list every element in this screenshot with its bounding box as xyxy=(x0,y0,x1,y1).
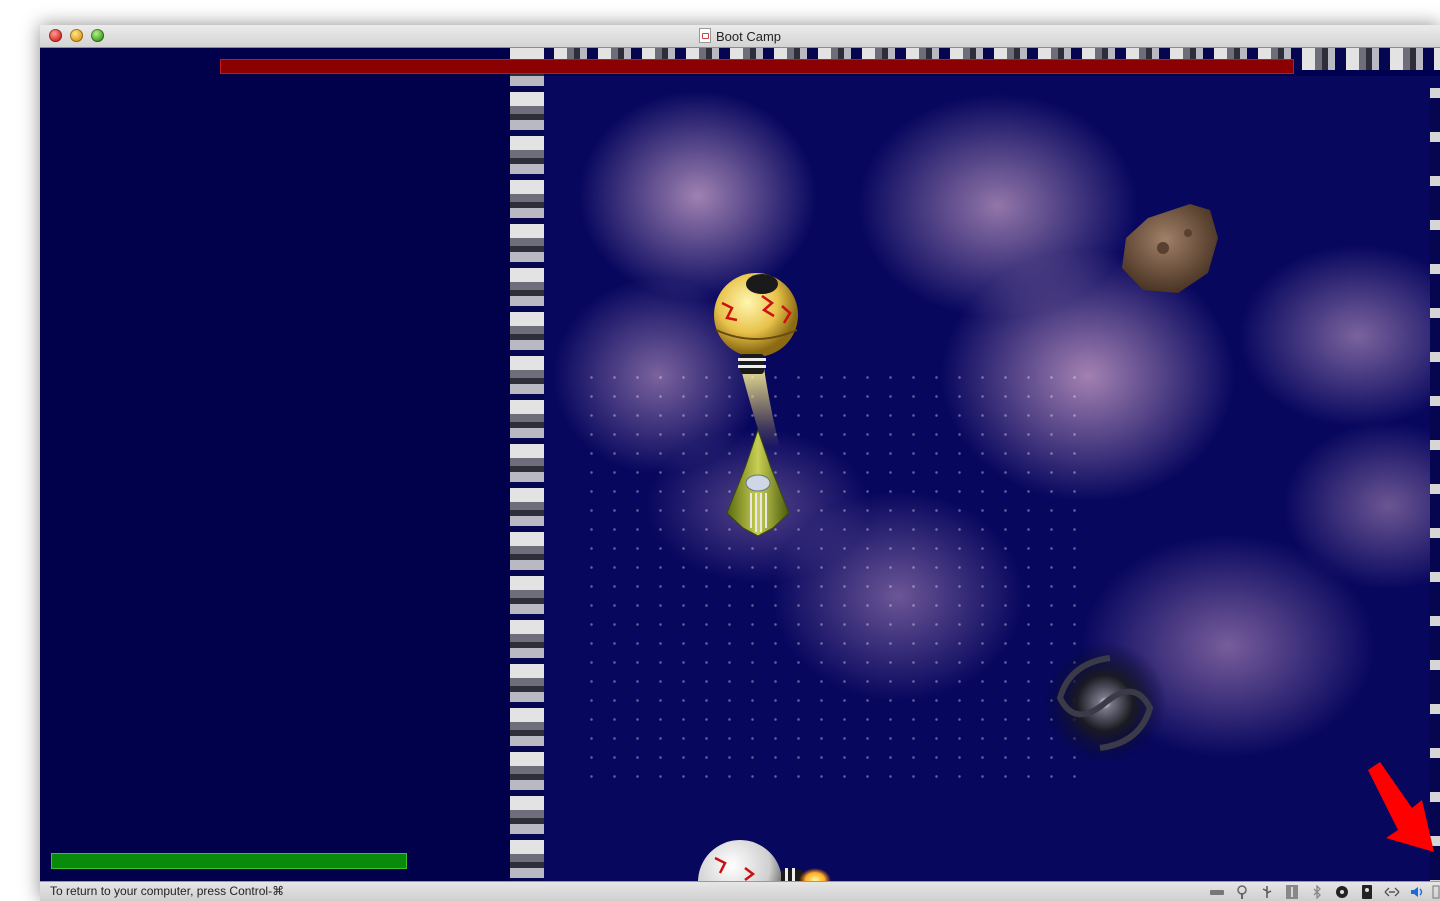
yellow-bomb-ship xyxy=(714,273,798,448)
shared-folder-icon[interactable] xyxy=(1382,884,1401,900)
player-health-bar xyxy=(51,853,407,869)
game-canvas[interactable] xyxy=(40,48,1440,881)
asteroid xyxy=(1122,204,1218,293)
status-message: To return to your computer, press Contro… xyxy=(50,884,285,898)
more-icon[interactable] xyxy=(1432,884,1440,900)
star-field xyxy=(580,368,1080,788)
device-icons xyxy=(1207,883,1440,900)
skull-border-left xyxy=(510,48,544,881)
window-title: Boot Camp xyxy=(715,29,782,44)
left-panel xyxy=(40,48,510,881)
green-fighter-ship xyxy=(726,428,790,537)
title-bar[interactable]: Boot Camp xyxy=(40,25,1440,48)
vm-window: Boot Camp To return to your computer, pr… xyxy=(40,25,1440,901)
enemy-health-bar xyxy=(220,59,1294,74)
document-icon xyxy=(698,28,711,43)
white-bomb-ship xyxy=(698,840,831,881)
network-icon[interactable] xyxy=(1232,884,1251,900)
storage-icon[interactable] xyxy=(1357,884,1376,900)
black-hole xyxy=(1043,641,1167,765)
bluetooth-icon[interactable] xyxy=(1307,884,1326,900)
usb-device-icon[interactable] xyxy=(1282,884,1301,900)
status-bar: To return to your computer, press Contro… xyxy=(40,881,1440,901)
audio-icon[interactable] xyxy=(1407,884,1426,900)
harddisk-icon[interactable] xyxy=(1207,884,1226,900)
usb-icon[interactable] xyxy=(1257,884,1276,900)
cd-icon[interactable] xyxy=(1332,884,1351,900)
red-arrow-annotation xyxy=(1368,762,1434,852)
